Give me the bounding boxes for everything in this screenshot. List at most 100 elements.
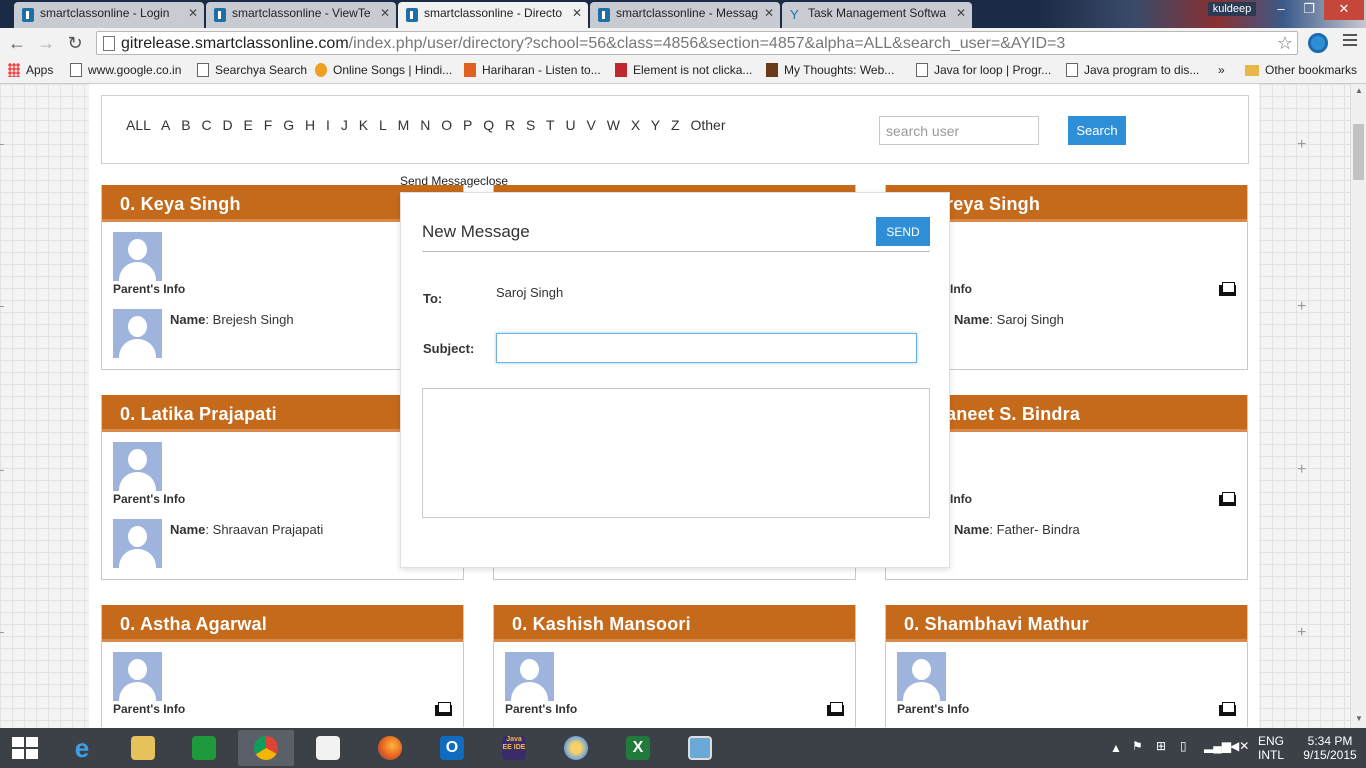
bookmark-java-for-loop[interactable]: Java for loop | Progr... [916, 63, 1051, 77]
windows-start-icon[interactable] [12, 737, 38, 759]
close-tab-icon[interactable]: ✕ [956, 6, 966, 20]
clock[interactable]: 5:34 PM 9/15/2015 [1300, 734, 1360, 762]
mail-icon[interactable] [827, 702, 844, 716]
bookmark-searchya[interactable]: Searchya Search [197, 63, 307, 77]
extension-icon[interactable] [1308, 33, 1328, 53]
alpha-filter-letter[interactable]: C [202, 117, 212, 133]
alpha-filter-letter[interactable]: V [586, 117, 595, 133]
tab-login[interactable]: smartclassonline - Login ✕ [14, 2, 204, 28]
alpha-filter-letter[interactable]: E [244, 117, 253, 133]
close-tab-icon[interactable]: ✕ [380, 6, 390, 20]
alpha-filter-letter[interactable]: N [420, 117, 430, 133]
bookmark-hariharan[interactable]: Hariharan - Listen to... [464, 63, 601, 77]
alpha-filter-letter[interactable]: W [607, 117, 620, 133]
subject-input[interactable] [496, 333, 917, 363]
file-explorer-icon[interactable] [115, 730, 171, 766]
network-signal-icon[interactable]: ▂▄▆ [1204, 739, 1231, 753]
alpha-filter-letter[interactable]: X [631, 117, 640, 133]
language-indicator[interactable]: ENG INTL [1258, 734, 1284, 762]
minimize-icon[interactable]: – [1268, 0, 1294, 20]
search-user-input[interactable] [879, 116, 1039, 145]
excel-icon[interactable]: X [610, 730, 666, 766]
alpha-filter-letter[interactable]: D [223, 117, 233, 133]
app-glyph [131, 736, 155, 760]
tab-task-management[interactable]: Y Task Management Softwa ✕ [782, 2, 972, 28]
alpha-filter-letter[interactable]: Q [483, 117, 494, 133]
alpha-filter-letter[interactable]: S [526, 117, 535, 133]
alpha-filter-letter[interactable]: Z [671, 117, 680, 133]
alpha-filter-letter[interactable]: O [441, 117, 452, 133]
modal-caption[interactable]: Send Messageclose [400, 174, 508, 188]
scrollbar-thumb[interactable] [1353, 124, 1364, 180]
tab-directory[interactable]: smartclassonline - Directo ✕ [398, 2, 588, 28]
bookmark-google[interactable]: www.google.co.in [70, 63, 181, 77]
internet-explorer-icon[interactable]: e [54, 730, 110, 766]
alpha-filter-letter[interactable]: F [264, 117, 273, 133]
alpha-filter-letter[interactable]: U [565, 117, 575, 133]
alpha-filter-letter[interactable]: P [463, 117, 472, 133]
alpha-filter-letter[interactable]: M [398, 117, 410, 133]
send-button[interactable]: SEND [876, 217, 930, 246]
url-text[interactable]: gitrelease.smartclassonline.com/index.ph… [121, 35, 1065, 53]
mail-icon[interactable] [435, 702, 452, 716]
alpha-filter-letter[interactable]: B [181, 117, 190, 133]
bookmark-apps[interactable]: Apps [8, 63, 53, 77]
alpha-filter-letter[interactable]: K [359, 117, 368, 133]
close-tab-icon[interactable]: ✕ [764, 6, 774, 20]
student-name[interactable]: 0. Astha Agarwal [102, 605, 463, 642]
outlook-icon[interactable]: O [424, 730, 480, 766]
alpha-filter-all[interactable]: ALL [126, 117, 151, 133]
alpha-filter-letter[interactable]: G [283, 117, 294, 133]
paint-icon[interactable] [548, 730, 604, 766]
other-bookmarks[interactable]: Other bookmarks [1245, 63, 1357, 77]
close-tab-icon[interactable]: ✕ [188, 6, 198, 20]
show-hidden-icons-chevron-icon[interactable]: ▲ [1110, 741, 1122, 755]
scroll-up-arrow-icon[interactable]: ▲ [1355, 86, 1363, 95]
mail-icon[interactable] [1219, 282, 1236, 296]
alpha-filter-letter[interactable]: J [341, 117, 348, 133]
bookmarks-overflow-chevron-icon[interactable]: » [1218, 63, 1225, 77]
alpha-filter-letter[interactable]: I [326, 117, 330, 133]
alpha-filter-letter[interactable]: A [161, 117, 170, 133]
alpha-filter-letter[interactable]: R [505, 117, 515, 133]
bookmark-my-thoughts[interactable]: My Thoughts: Web... [766, 63, 894, 77]
bookmark-java-program[interactable]: Java program to dis... [1066, 63, 1199, 77]
alpha-filter-letter[interactable]: Y [651, 117, 660, 133]
volume-muted-icon[interactable]: ◀✕ [1230, 739, 1249, 753]
bookmark-element-not-clickable[interactable]: Element is not clicka... [615, 63, 752, 77]
firefox-icon[interactable] [362, 730, 418, 766]
chrome-menu-icon[interactable] [1343, 34, 1357, 48]
apps-launcher-icon[interactable] [300, 730, 356, 766]
alpha-filter-letter[interactable]: L [379, 117, 387, 133]
tab-viewteacher[interactable]: smartclassonline - ViewTe ✕ [206, 2, 396, 28]
profile-name[interactable]: kuldeep [1208, 2, 1256, 16]
battery-icon[interactable]: ▯ [1180, 739, 1187, 753]
windows-store-icon[interactable] [176, 730, 232, 766]
address-bar[interactable]: gitrelease.smartclassonline.com/index.ph… [96, 31, 1298, 55]
restore-icon[interactable]: ❐ [1296, 0, 1322, 20]
bookmark-online-songs[interactable]: Online Songs | Hindi... [315, 63, 452, 77]
page-scrollbar[interactable]: ▲ ▼ [1350, 84, 1366, 728]
remote-desktop-icon[interactable] [672, 730, 728, 766]
alpha-filter-letter[interactable]: T [546, 117, 555, 133]
back-arrow-icon[interactable]: ← [6, 32, 28, 54]
forward-arrow-icon[interactable]: → [35, 32, 57, 54]
mail-icon[interactable] [1219, 492, 1236, 506]
windows-icon[interactable]: ⊞ [1156, 739, 1166, 753]
bookmark-star-icon[interactable]: ☆ [1277, 33, 1293, 54]
reload-icon[interactable]: ↻ [64, 32, 86, 54]
close-window-icon[interactable]: ✕ [1324, 0, 1364, 20]
close-tab-icon[interactable]: ✕ [572, 6, 582, 20]
message-body-textarea[interactable] [422, 388, 930, 518]
search-button[interactable]: Search [1068, 116, 1126, 145]
student-name[interactable]: 0. Shambhavi Mathur [886, 605, 1247, 642]
student-name[interactable]: 0. Kashish Mansoori [494, 605, 855, 642]
scroll-down-arrow-icon[interactable]: ▼ [1355, 714, 1363, 723]
alpha-filter-letter[interactable]: H [305, 117, 315, 133]
java-ee-ide-icon[interactable]: Java EE IDE [486, 730, 542, 766]
alpha-filter-other[interactable]: Other [690, 117, 725, 133]
tab-messages[interactable]: smartclassonline - Messag ✕ [590, 2, 780, 28]
google-chrome-icon[interactable] [238, 730, 294, 766]
action-center-flag-icon[interactable]: ⚑ [1132, 739, 1143, 753]
mail-icon[interactable] [1219, 702, 1236, 716]
